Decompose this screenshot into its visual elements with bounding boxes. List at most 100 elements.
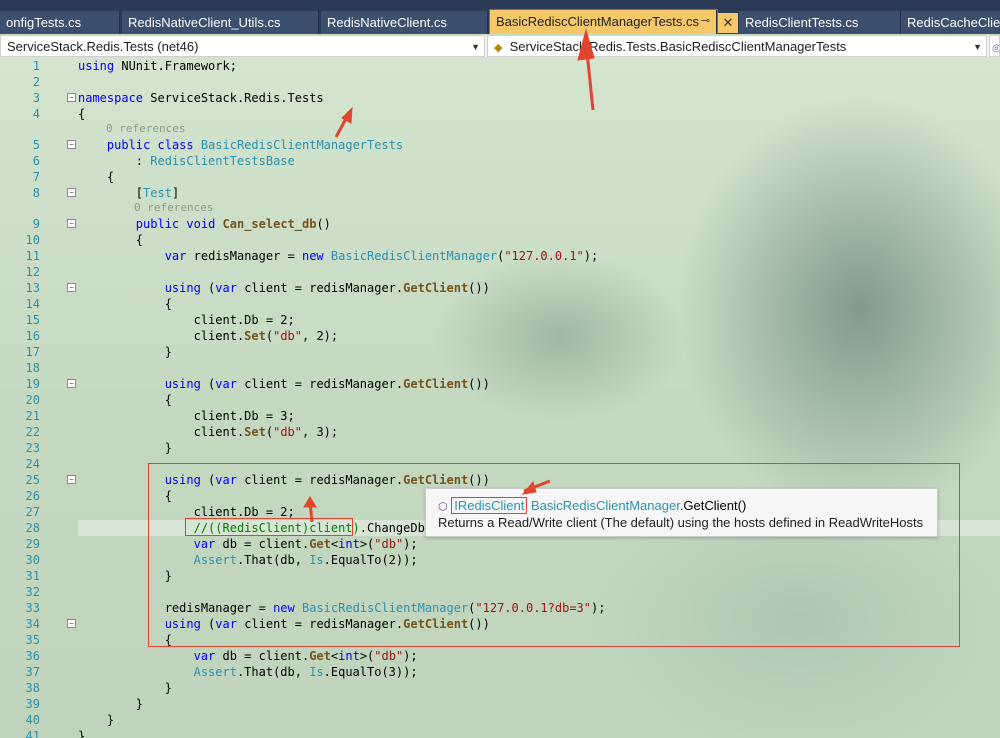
code-line: public void Can_select_db() (135, 217, 331, 231)
type-dropdown-label: ServiceStack.Redis.Tests.BasicRediscClie… (509, 39, 847, 54)
class-icon: ◆ (494, 42, 503, 54)
code-line: } (78, 441, 172, 455)
line-number: 11 (25, 249, 40, 263)
collapse-icon[interactable]: − (67, 283, 76, 292)
line-number: 14 (25, 297, 40, 311)
tab-redis-native-client-utils[interactable]: RedisNativeClient_Utils.cs (122, 11, 319, 34)
collapse-icon[interactable]: − (67, 619, 76, 628)
line-number: 18 (25, 361, 40, 375)
code-lens-references[interactable]: 0 references (134, 200, 213, 216)
line-number: 4 (32, 107, 40, 121)
line-number: 20 (25, 393, 40, 407)
line-number: 24 (25, 457, 40, 471)
code-line: redisManager = new BasicRedisClientManag… (78, 601, 606, 615)
code-line: var redisManager = new BasicRedisClientM… (164, 249, 599, 263)
chevron-down-icon: ▼ (973, 42, 982, 52)
code-line: using (var client = redisManager.GetClie… (164, 281, 490, 295)
code-line: client.Db = 2; (78, 313, 295, 327)
line-number: 17 (25, 345, 40, 359)
collapse-icon[interactable]: − (67, 188, 76, 197)
code-line: } (78, 729, 86, 738)
line-number: 38 (25, 681, 40, 695)
tab-label: onfigTests.cs (6, 15, 82, 30)
tab-label: RedisNativeClient_Utils.cs (128, 15, 281, 30)
code-line: } (78, 697, 144, 711)
code-line: client.Set("db", 2); (78, 329, 339, 343)
project-dropdown[interactable]: ServiceStack.Redis.Tests (net46) ▼ (0, 35, 485, 57)
code-line: using NUnit.Framework; (78, 59, 237, 73)
line-number: 12 (25, 265, 40, 279)
line-number: 22 (25, 425, 40, 439)
code-line: public class BasicRedisClientManagerTest… (106, 138, 404, 152)
code-line: { (78, 489, 172, 503)
line-number: 7 (32, 170, 40, 184)
code-line: var db = client.Get<int>("db"); (193, 649, 418, 663)
code-line: Assert.That(db, Is.EqualTo(2)); (193, 553, 418, 567)
line-number: 2 (32, 75, 40, 89)
member-dropdown[interactable]: ◎ (989, 35, 1000, 57)
code-line: : RedisClientTestsBase (78, 154, 295, 168)
code-line: using (var client = redisManager.GetClie… (164, 617, 490, 631)
tooltip-method-name: .GetClient() (679, 498, 747, 513)
code-line: { (78, 393, 172, 407)
type-dropdown[interactable]: ◆ ServiceStack.Redis.Tests.BasicRediscCl… (487, 35, 987, 57)
document-tab-bar: onfigTests.cs RedisNativeClient_Utils.cs… (0, 0, 1000, 34)
code-line: Assert.That(db, Is.EqualTo(3)); (193, 665, 418, 679)
code-line: [Test] (78, 186, 180, 200)
navigation-bar: ServiceStack.Redis.Tests (net46) ▼ ◆ Ser… (0, 35, 1000, 58)
line-number: 10 (25, 233, 40, 247)
line-number: 6 (32, 154, 40, 168)
code-line: using (var client = redisManager.GetClie… (164, 473, 490, 487)
code-line: { (78, 297, 172, 311)
code-line: } (78, 345, 172, 359)
collapse-icon[interactable]: − (67, 93, 76, 102)
line-number: 36 (25, 649, 40, 663)
quick-info-tooltip: ⬡ IRedisClient BasicRedisClientManager.G… (425, 488, 938, 537)
line-number: 26 (25, 489, 40, 503)
chevron-down-icon: ▼ (471, 42, 480, 52)
line-number: 33 (25, 601, 40, 615)
code-lens-references[interactable]: 0 references (106, 121, 185, 137)
pin-icon[interactable]: ⊸ (701, 10, 710, 33)
line-number: 25 (25, 473, 40, 487)
tab-basic-redisc-client-manager-tests[interactable]: BasicRediscClientManagerTests.cs ⊸ (489, 9, 718, 34)
line-number: 16 (25, 329, 40, 343)
collapse-icon[interactable]: − (67, 379, 76, 388)
line-number: 31 (25, 569, 40, 583)
collapse-icon[interactable]: − (67, 140, 76, 149)
line-number: 3 (32, 91, 40, 105)
close-icon[interactable]: ✕ (718, 13, 738, 33)
code-editor[interactable]: 1 2 3 4 5 6 7 8 9 10 11 12 13 14 15 16 1… (0, 57, 1000, 738)
line-number: 29 (25, 537, 40, 551)
line-number: 27 (25, 505, 40, 519)
line-number: 28 (25, 521, 40, 535)
code-line: } (78, 569, 172, 583)
code-line: using (var client = redisManager.GetClie… (164, 377, 490, 391)
line-number: 5 (32, 138, 40, 152)
tooltip-signature: ⬡ IRedisClient BasicRedisClientManager.G… (438, 497, 747, 514)
tab-label: RedisNativeClient.cs (327, 15, 447, 30)
code-line: } (78, 681, 172, 695)
collapse-icon[interactable]: − (67, 475, 76, 484)
tab-label: BasicRediscClientManagerTests.cs (496, 14, 700, 29)
tooltip-description: Returns a Read/Write client (The default… (438, 515, 924, 530)
code-line: namespace ServiceStack.Redis.Tests (78, 91, 324, 105)
line-number: 30 (25, 553, 40, 567)
line-number: 15 (25, 313, 40, 327)
tab-label: RedisCacheClier (907, 15, 1000, 30)
tooltip-method-owner: BasicRedisClientManager (530, 498, 680, 513)
line-number: 34 (25, 617, 40, 631)
collapse-icon[interactable]: − (67, 219, 76, 228)
tab-config-tests[interactable]: onfigTests.cs (0, 11, 120, 34)
code-line: { (78, 107, 86, 121)
line-number: 39 (25, 697, 40, 711)
line-number: 21 (25, 409, 40, 423)
tab-redis-client-tests[interactable]: RedisClientTests.cs (739, 11, 901, 34)
line-number: 37 (25, 665, 40, 679)
code-line: { (78, 170, 115, 184)
tab-redis-native-client[interactable]: RedisNativeClient.cs (321, 11, 488, 34)
tooltip-return-type: IRedisClient (451, 497, 528, 514)
tab-redis-cache-client[interactable]: RedisCacheClier (901, 11, 1000, 34)
code-line: client.Set("db", 3); (78, 425, 339, 439)
line-number: 19 (25, 377, 40, 391)
